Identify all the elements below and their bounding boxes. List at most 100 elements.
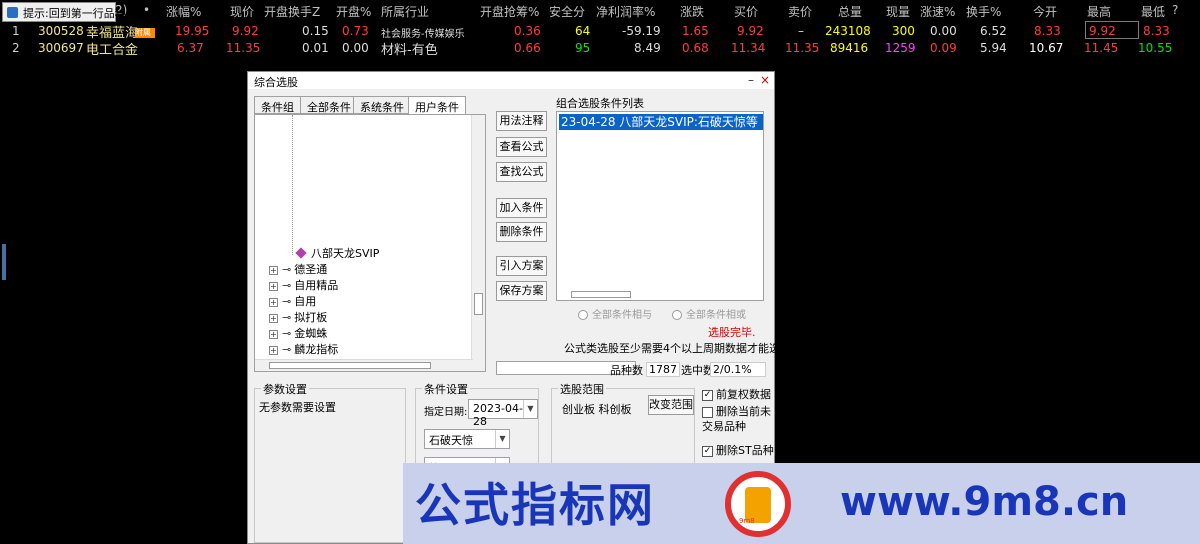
open-turnover: 0.15: [302, 24, 329, 38]
logo-text: 9m8: [739, 517, 755, 525]
tree-item-label: 自用: [294, 295, 317, 308]
table-row[interactable]: 1 300528 幸福蓝海 19.95 9.92 0.15 0.73 社会服务-…: [0, 21, 1200, 41]
header-col-ask[interactable]: 卖价: [788, 3, 812, 20]
key-icon: ⊸: [282, 327, 292, 340]
key-icon: ⊸: [282, 343, 292, 356]
group-title: 条件设置: [422, 381, 470, 397]
date-picker[interactable]: 2023-04-28 ▼: [468, 399, 538, 428]
header-col-turnover[interactable]: 换手%: [966, 3, 1001, 20]
change-pct: 6.37: [177, 41, 204, 55]
open-pct: 0.73: [342, 24, 369, 38]
open-grab: 0.66: [514, 41, 541, 55]
radio-all-and[interactable]: 全部条件相与: [578, 306, 652, 321]
expand-icon[interactable]: +: [269, 313, 278, 323]
stock-name: 电工合金: [86, 43, 139, 58]
view-formula-button[interactable]: 查看公式: [496, 137, 547, 157]
scrollbar-thumb[interactable]: [269, 362, 431, 369]
scroll-indicator[interactable]: [2, 244, 6, 280]
params-text: 无参数需要设置: [259, 401, 336, 414]
tab-all-conditions[interactable]: 全部条件: [300, 96, 358, 114]
range-text: 创业板 科创板: [562, 403, 632, 416]
header-col-more[interactable]: ?: [1172, 3, 1178, 17]
change-range-button[interactable]: 改变范围: [648, 395, 694, 415]
header-col-industry[interactable]: 所属行业: [381, 3, 429, 20]
checkbox-delete-st[interactable]: ✓ 删除ST品种: [702, 442, 774, 458]
ask-price: 11.35: [785, 41, 820, 55]
header-col-high[interactable]: 最高: [1087, 3, 1111, 20]
group-title: 参数设置: [261, 381, 309, 397]
tree-item[interactable]: + ⊸ 德圣通: [269, 261, 327, 277]
save-scheme-button[interactable]: 保存方案: [496, 281, 547, 301]
chevron-down-icon[interactable]: ▼: [523, 400, 537, 418]
expand-icon[interactable]: +: [269, 329, 278, 339]
safety-score: 64: [575, 24, 591, 38]
chevron-down-icon[interactable]: ▼: [495, 430, 509, 448]
radio-all-or[interactable]: 全部条件相或: [672, 306, 746, 321]
tree-item[interactable]: + ⊸ 金蜘蛛: [269, 325, 327, 341]
header-col-change-pct[interactable]: 涨幅%: [166, 3, 201, 20]
header-col-bid[interactable]: 买价: [734, 3, 758, 20]
header-col-price[interactable]: 现价: [230, 3, 254, 20]
header-col-volume[interactable]: 总量: [838, 3, 862, 20]
add-condition-button[interactable]: 加入条件: [496, 198, 547, 218]
tree-item-label: 自用精品: [294, 279, 339, 292]
checkbox-label: 前复权数据: [716, 388, 771, 401]
tab-system-conditions[interactable]: 系统条件: [353, 96, 411, 114]
condition-list-title: 组合选股条件列表: [556, 97, 644, 110]
horizontal-scrollbar[interactable]: [571, 291, 631, 298]
tree-item[interactable]: + ⊸ 麟龙指标: [269, 341, 338, 357]
bid-price: 11.34: [731, 41, 766, 55]
condition-list: 23-04-28 八部天龙SVIP:石破天惊等于1: [556, 111, 764, 301]
dialog-title: 综合选股: [254, 76, 298, 89]
tree-item[interactable]: + ⊸ 自用: [269, 293, 316, 309]
tab-user-conditions[interactable]: 用户条件: [408, 96, 466, 114]
params-group: 参数设置 无参数需要设置: [254, 381, 406, 543]
indicator-select[interactable]: 石破天惊 ▼: [424, 429, 510, 449]
header-col-safety[interactable]: 安全分: [549, 3, 585, 20]
tree-item-label: 拟打板: [294, 311, 328, 324]
tab-condition-group[interactable]: 条件组: [254, 96, 301, 114]
tree-item[interactable]: + ⊸ 拟打板: [269, 309, 327, 325]
bid-price: 9.92: [737, 24, 764, 38]
expand-icon[interactable]: +: [269, 345, 278, 355]
expand-icon[interactable]: +: [269, 297, 278, 307]
vertical-scrollbar[interactable]: [471, 115, 485, 371]
open-turnover: 0.01: [302, 41, 329, 55]
header-col-open-grab[interactable]: 开盘抢筹%: [480, 3, 539, 20]
header-col-speed[interactable]: 涨速%: [920, 3, 955, 20]
checkbox-delete-non-trading[interactable]: 删除当前未交易品种: [702, 404, 774, 434]
dialog-titlebar[interactable]: 综合选股 – ×: [248, 72, 774, 89]
tooltip: 提示:回到第一行品种: [2, 2, 126, 22]
expand-icon[interactable]: +: [269, 265, 278, 275]
header-col[interactable]: •: [143, 3, 150, 17]
tree-item-selected[interactable]: 八部天龙SVIP: [295, 245, 379, 261]
header-col-open-pct[interactable]: 开盘%: [336, 3, 371, 20]
banner-site-name: 公式指标网: [415, 478, 655, 532]
header-col-change[interactable]: 涨跌: [680, 3, 704, 20]
list-item[interactable]: 23-04-28 八部天龙SVIP:石破天惊等于1: [559, 114, 763, 145]
delete-condition-button[interactable]: 删除条件: [496, 222, 547, 242]
diamond-icon: [295, 247, 307, 259]
stock-tag-text: 附属: [135, 28, 151, 37]
low-price: 10.55: [1138, 41, 1173, 55]
header-col-low[interactable]: 最低: [1141, 3, 1165, 20]
usage-notes-button[interactable]: 用法注释: [496, 111, 547, 131]
find-formula-button[interactable]: 查找公式: [496, 162, 547, 182]
header-col-open-turnover[interactable]: 开盘换手Z: [264, 3, 320, 20]
header-col-cur-volume[interactable]: 现量: [886, 3, 910, 20]
scrollbar-thumb[interactable]: [474, 293, 483, 315]
minimize-icon[interactable]: –: [748, 73, 754, 87]
header-col-open[interactable]: 今开: [1033, 3, 1057, 20]
import-scheme-button[interactable]: 引入方案: [496, 256, 547, 276]
change-pct: 19.95: [175, 24, 210, 38]
checkbox-forward-adjust[interactable]: ✓ 前复权数据: [702, 386, 771, 402]
tree-item[interactable]: + ⊸ 自用精品: [269, 277, 338, 293]
key-icon: ⊸: [282, 279, 292, 292]
horizontal-scrollbar[interactable]: [255, 359, 473, 371]
table-row[interactable]: 2 300697 电工合金 6.37 11.35 0.01 0.00 材料-有色…: [0, 38, 1200, 58]
close-icon[interactable]: ×: [760, 73, 770, 87]
row-index: 1: [12, 24, 20, 38]
expand-icon[interactable]: +: [269, 281, 278, 291]
volume: 89416: [830, 41, 869, 55]
header-col-net-margin[interactable]: 净利润率%: [596, 3, 655, 20]
